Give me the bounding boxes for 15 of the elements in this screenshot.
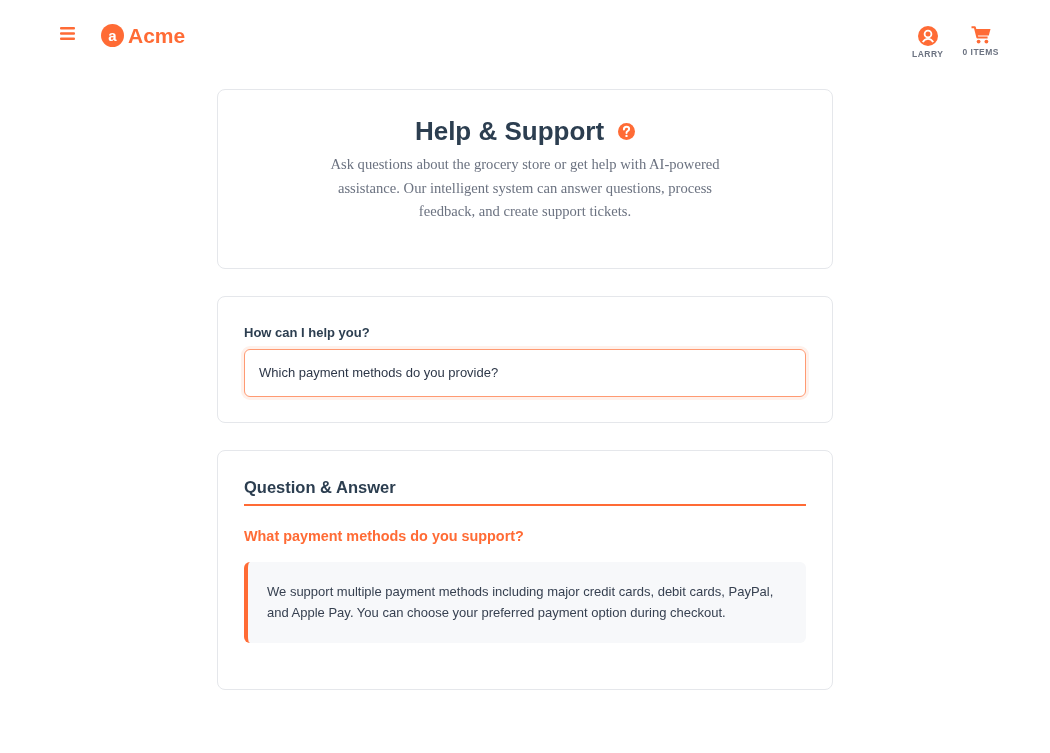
intro-description: Ask questions about the grocery store or get help with AI-powered assistance. Our intelligent system can answer questions, process feedback, and create support tickets. [329,155,721,221]
logo-mark: a [101,24,124,47]
question-text: What payment methods do you support? [244,526,524,546]
user-icon [917,26,938,46]
question-input[interactable]: Which payment methods do you provide? [244,348,806,397]
menu-icon[interactable] [60,26,75,40]
account-button[interactable]: LARRY [911,26,944,59]
help-icon [618,122,636,140]
cart-icon [970,26,991,44]
field-label: How can I help you? [244,323,371,342]
brand-name[interactable]: Acme [128,22,186,49]
page-title: Help & Support [414,115,605,147]
answer-text: We support multiple payment methods including major credit cards, debit cards, PayPal, and Apple Pay. You can choose your preferred payment option during checkout. [267,583,775,622]
section-heading: Question & Answer [244,476,396,498]
cart-button[interactable]: 0 ITEMS [962,26,999,57]
